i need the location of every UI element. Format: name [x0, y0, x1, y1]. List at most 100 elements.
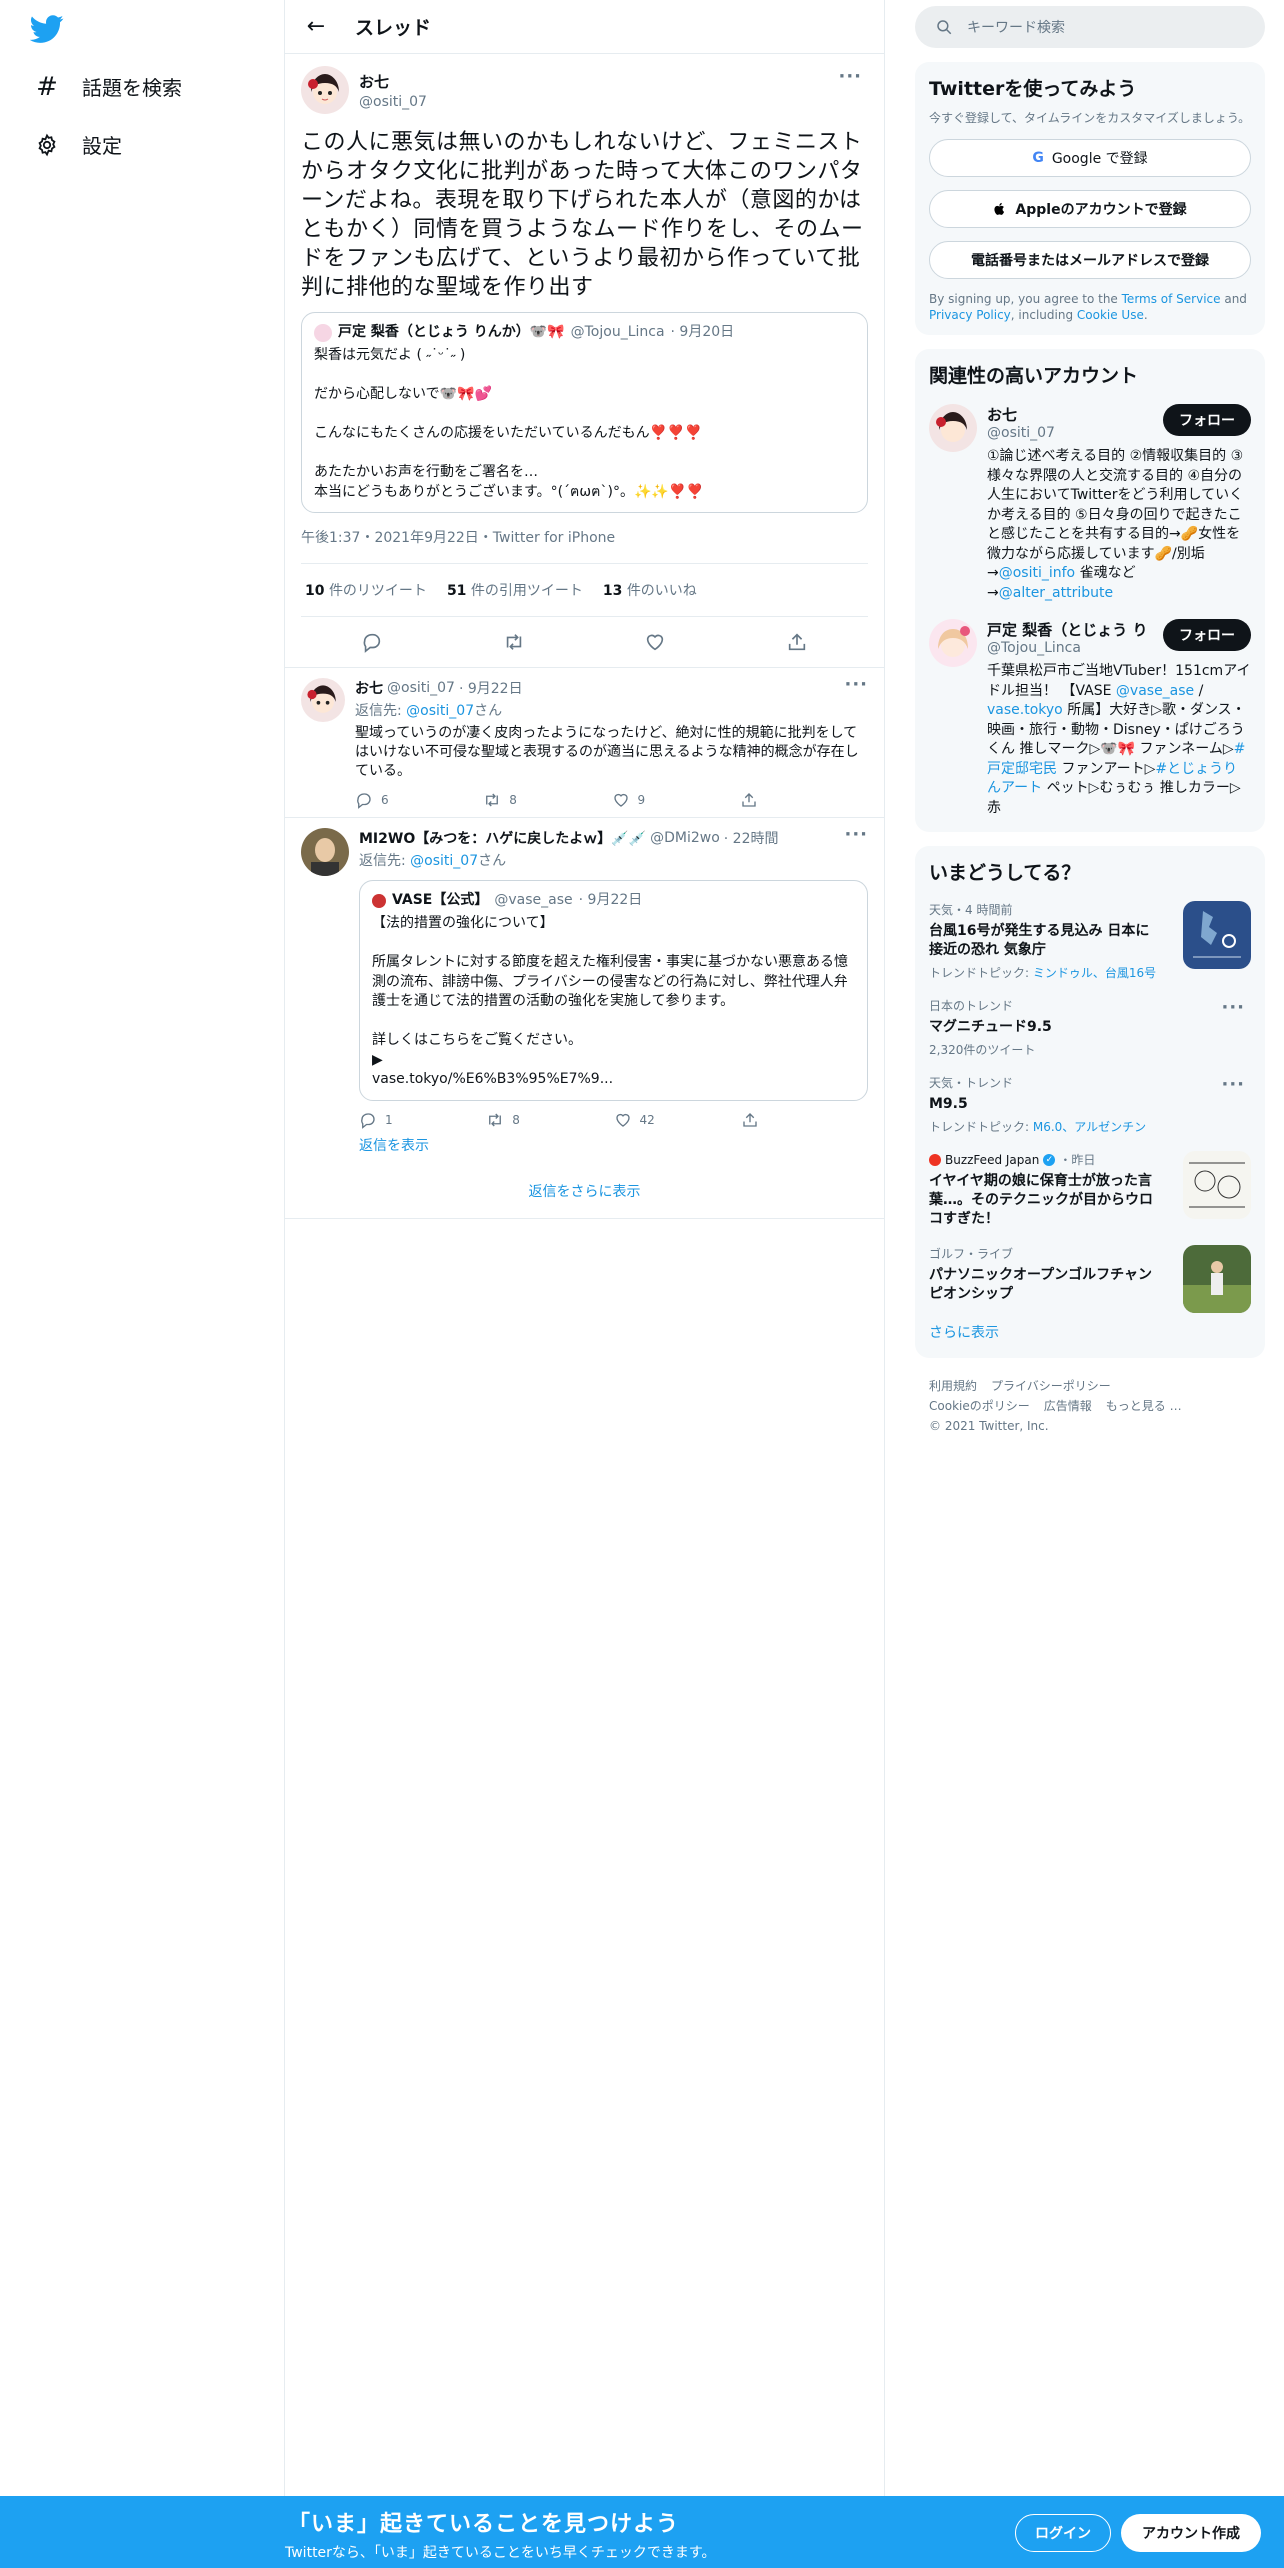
- trend-context: 天気・トレンド: [929, 1076, 1014, 1090]
- retweet-button[interactable]: 8: [483, 791, 611, 809]
- show-replies-link[interactable]: 返信を表示: [359, 1129, 868, 1157]
- reply-author-name[interactable]: MI2WO【みつを：ハゲに戻したよｗ】💉💉: [359, 828, 646, 848]
- reply-author-handle[interactable]: @ositi_07: [387, 680, 455, 696]
- nav-explore[interactable]: # 話題を検索: [34, 71, 182, 102]
- avatar[interactable]: [929, 404, 977, 452]
- follow-button[interactable]: フォロー: [1163, 404, 1251, 436]
- hashtag-icon: #: [36, 71, 58, 102]
- back-arrow-icon[interactable]: ←: [303, 14, 329, 40]
- bio-link[interactable]: @alter_attribute: [999, 585, 1113, 601]
- share-icon[interactable]: [786, 631, 808, 653]
- bottom-bar-subtitle: Twitterなら、「いま」起きていることをいち早くチェックできます。: [285, 2545, 716, 2561]
- retweet-icon[interactable]: [503, 631, 525, 653]
- trend-topics: トレンドトピック: M6.0、アルゼンチン: [929, 1120, 1169, 1135]
- reply-button[interactable]: 6: [355, 791, 483, 809]
- avatar[interactable]: [301, 678, 345, 722]
- phone-email-signup-button[interactable]: 電話番号またはメールアドレスで登録: [929, 241, 1251, 279]
- retweet-button[interactable]: 8: [486, 1111, 613, 1129]
- likes-stat[interactable]: 13 件のいいね: [603, 580, 697, 600]
- follow-button[interactable]: フォロー: [1163, 619, 1251, 651]
- login-button[interactable]: ログイン: [1015, 2514, 1111, 2552]
- reply-tweet[interactable]: お七 @ositi_07 · 9月22日 返信先: @ositi_07さん 聖域…: [285, 668, 884, 818]
- bio-text: ファンアート▷: [1057, 760, 1156, 777]
- quoted-tweet[interactable]: VASE【公式】 @vase_ase · 9月22日 【法的措置の強化について】…: [359, 880, 868, 1101]
- reply-button[interactable]: 1: [359, 1111, 486, 1129]
- quoted-author-name: VASE【公式】: [392, 892, 489, 908]
- topics-link[interactable]: ミンドゥル、台風16号: [1033, 966, 1156, 980]
- like-count: 9: [637, 793, 646, 807]
- terms-link[interactable]: Terms of Service: [1122, 292, 1221, 306]
- like-button[interactable]: 9: [612, 791, 740, 809]
- footer-cookie-link[interactable]: Cookieのポリシー: [929, 1399, 1030, 1413]
- like-button[interactable]: 42: [614, 1111, 741, 1129]
- quotes-stat[interactable]: 51 件の引用ツイート: [447, 580, 583, 600]
- reply-icon[interactable]: [361, 631, 383, 653]
- reply-date[interactable]: · 22時間: [724, 828, 779, 848]
- privacy-link[interactable]: Privacy Policy: [929, 308, 1011, 322]
- tweet-timestamp[interactable]: 午後1:37・2021年9月22日・Twitter for iPhone: [301, 513, 868, 564]
- quoted-tweet[interactable]: 戸定 梨香（とじょう りんか）🐨🎀 @Tojou_Linca · 9月20日 梨…: [301, 312, 868, 513]
- retweets-stat[interactable]: 10 件のリツイート: [305, 580, 427, 600]
- author-handle[interactable]: @ositi_07: [359, 94, 427, 110]
- footer-privacy-link[interactable]: プライバシーポリシー: [991, 1379, 1111, 1393]
- trend-item[interactable]: 天気・4 時間前 台風16号が発生する見込み 日本に接近の恐れ 気象庁 トレンド…: [929, 901, 1251, 981]
- reply-to-link[interactable]: @ositi_07: [410, 853, 478, 869]
- trend-thumbnail: [1183, 1151, 1251, 1219]
- quotes-count: 51: [446, 583, 467, 599]
- google-signup-button[interactable]: G Google で登録: [929, 139, 1251, 177]
- search-box[interactable]: キーワード検索: [915, 6, 1265, 48]
- like-icon[interactable]: [644, 631, 666, 653]
- bio-link[interactable]: @ositi_info: [999, 565, 1075, 581]
- retweet-count: 8: [509, 793, 517, 807]
- avatar[interactable]: [929, 619, 977, 667]
- signup-button[interactable]: アカウント作成: [1121, 2514, 1261, 2552]
- main-column: ← スレッド お七 @ositi_07 ··· この人に悪気は無いのかもしれない…: [285, 0, 885, 2568]
- retweet-icon: [489, 1113, 502, 1126]
- more-options-icon[interactable]: ···: [844, 824, 868, 845]
- avatar[interactable]: [301, 828, 349, 876]
- copyright: © 2021 Twitter, Inc.: [929, 1419, 1049, 1433]
- author-name[interactable]: お七: [359, 71, 427, 92]
- bio-link[interactable]: @vase_ase: [1116, 683, 1194, 699]
- footer-more-link[interactable]: もっと見る …: [1106, 1399, 1182, 1413]
- footer-terms-link[interactable]: 利用規約: [929, 1379, 977, 1393]
- more-options-icon[interactable]: ···: [1221, 997, 1245, 1018]
- trend-item[interactable]: ゴルフ・ライブ パナソニックオープンゴルフチャンピオンシップ: [929, 1245, 1251, 1313]
- reply-to-link[interactable]: @ositi_07: [406, 703, 474, 719]
- bio-link[interactable]: vase.tokyo: [987, 702, 1063, 718]
- more-options-icon[interactable]: ···: [844, 674, 868, 695]
- reply-date[interactable]: · 9月22日: [459, 678, 523, 698]
- reply-author-name[interactable]: お七: [355, 678, 383, 698]
- avatar: [314, 323, 332, 342]
- avatar[interactable]: [301, 66, 349, 114]
- trend-item[interactable]: 日本のトレンド マグニチュード9.5 2,320件のツイート ···: [929, 997, 1251, 1058]
- trend-item[interactable]: BuzzFeed Japan ✓ ・昨日 イヤイヤ期の娘に保育士が放った言葉…。その…: [929, 1151, 1251, 1229]
- more-options-icon[interactable]: ···: [1221, 1074, 1245, 1095]
- signup-title: Twitterを使ってみよう: [929, 78, 1137, 100]
- reply-count: 1: [385, 1112, 393, 1127]
- more-options-icon[interactable]: ···: [838, 66, 862, 87]
- trend-title: イヤイヤ期の娘に保育士が放った言葉…。そのテクニックが目からウロコすぎた！: [929, 1173, 1153, 1227]
- footer-ads-link[interactable]: 広告情報: [1044, 1399, 1092, 1413]
- reply-author-handle[interactable]: @DMi2wo: [650, 830, 720, 846]
- twitter-logo-icon[interactable]: [29, 12, 64, 46]
- bottom-signup-bar: 「いま」起きていることを見つけよう Twitterなら、「いま」起きていることを…: [0, 2496, 1284, 2568]
- reply-tweet[interactable]: MI2WO【みつを：ハゲに戻したよｗ】💉💉 @DMi2wo · 22時間 返信先…: [285, 818, 884, 1165]
- nav-settings[interactable]: 設定: [34, 130, 122, 159]
- trend-item[interactable]: 天気・トレンド M9.5 トレンドトピック: M6.0、アルゼンチン ···: [929, 1074, 1251, 1135]
- search-input[interactable]: キーワード検索: [967, 17, 1065, 37]
- topics-link[interactable]: M6.0、アルゼンチン: [1033, 1120, 1146, 1134]
- apple-signup-button[interactable]: Appleのアカウントで登録: [929, 190, 1251, 228]
- show-more-trends[interactable]: さらに表示: [929, 1322, 1251, 1342]
- quoted-text: 梨香は元気だよ ( ˶˙ᵕ˙˶ ) だから心配しないで🐨🎀💕 こんなにもたくさん…: [314, 347, 704, 500]
- share-button[interactable]: [741, 1111, 868, 1129]
- show-more-replies-link[interactable]: 返信をさらに表示: [285, 1165, 884, 1219]
- related-account[interactable]: お七 @ositi_07 ①論じ述べ考える目的 ②情報収集目的 ③様々な界隈の人…: [929, 404, 1251, 603]
- reply-to: 返信先: @ositi_07さん: [355, 700, 868, 720]
- related-account[interactable]: 戸定 梨香（とじょう り @Tojou_Linca 千葉県松戸市ご当地VTube…: [929, 619, 1251, 818]
- terms-end: .: [1143, 308, 1148, 322]
- show-more-link[interactable]: さらに表示: [929, 1325, 999, 1341]
- cookie-link[interactable]: Cookie Use: [1077, 308, 1144, 322]
- share-button[interactable]: [740, 791, 868, 809]
- reply-actions: 6 8 9: [355, 791, 868, 809]
